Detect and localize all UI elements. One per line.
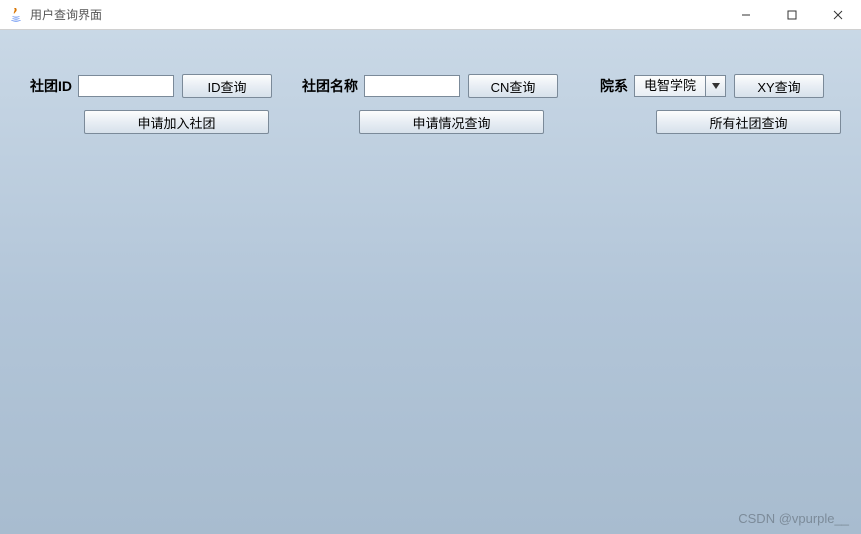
- dept-select-value: 电智学院: [635, 76, 705, 96]
- club-id-label: 社团ID: [30, 76, 72, 96]
- club-name-input[interactable]: [364, 75, 460, 97]
- dept-label: 院系: [600, 76, 628, 96]
- chevron-down-icon: [705, 76, 725, 96]
- id-query-button[interactable]: ID查询: [182, 74, 272, 98]
- query-row: 社团ID ID查询 社团名称 CN查询 院系 电智学院 XY查询: [30, 74, 824, 98]
- window-controls: [723, 0, 861, 30]
- apply-status-button[interactable]: 申请情况查询: [359, 110, 544, 134]
- java-app-icon: [8, 7, 24, 23]
- club-id-group: 社团ID ID查询: [30, 74, 272, 98]
- club-name-group: 社团名称 CN查询: [302, 74, 558, 98]
- apply-join-button[interactable]: 申请加入社团: [84, 110, 269, 134]
- club-name-label: 社团名称: [302, 76, 358, 96]
- action-row: 申请加入社团 申请情况查询 所有社团查询: [30, 110, 841, 134]
- watermark: CSDN @vpurple__: [738, 511, 849, 526]
- close-button[interactable]: [815, 0, 861, 30]
- cn-query-button[interactable]: CN查询: [468, 74, 558, 98]
- window-title: 用户查询界面: [30, 6, 102, 23]
- xy-query-button[interactable]: XY查询: [734, 74, 824, 98]
- client-area: 社团ID ID查询 社团名称 CN查询 院系 电智学院 XY查询 申请加入社团 …: [0, 30, 861, 534]
- dept-select[interactable]: 电智学院: [634, 75, 726, 97]
- titlebar: 用户查询界面: [0, 0, 861, 30]
- maximize-button[interactable]: [769, 0, 815, 30]
- club-id-input[interactable]: [78, 75, 174, 97]
- all-clubs-button[interactable]: 所有社团查询: [656, 110, 841, 134]
- minimize-button[interactable]: [723, 0, 769, 30]
- dept-group: 院系 电智学院 XY查询: [600, 74, 824, 98]
